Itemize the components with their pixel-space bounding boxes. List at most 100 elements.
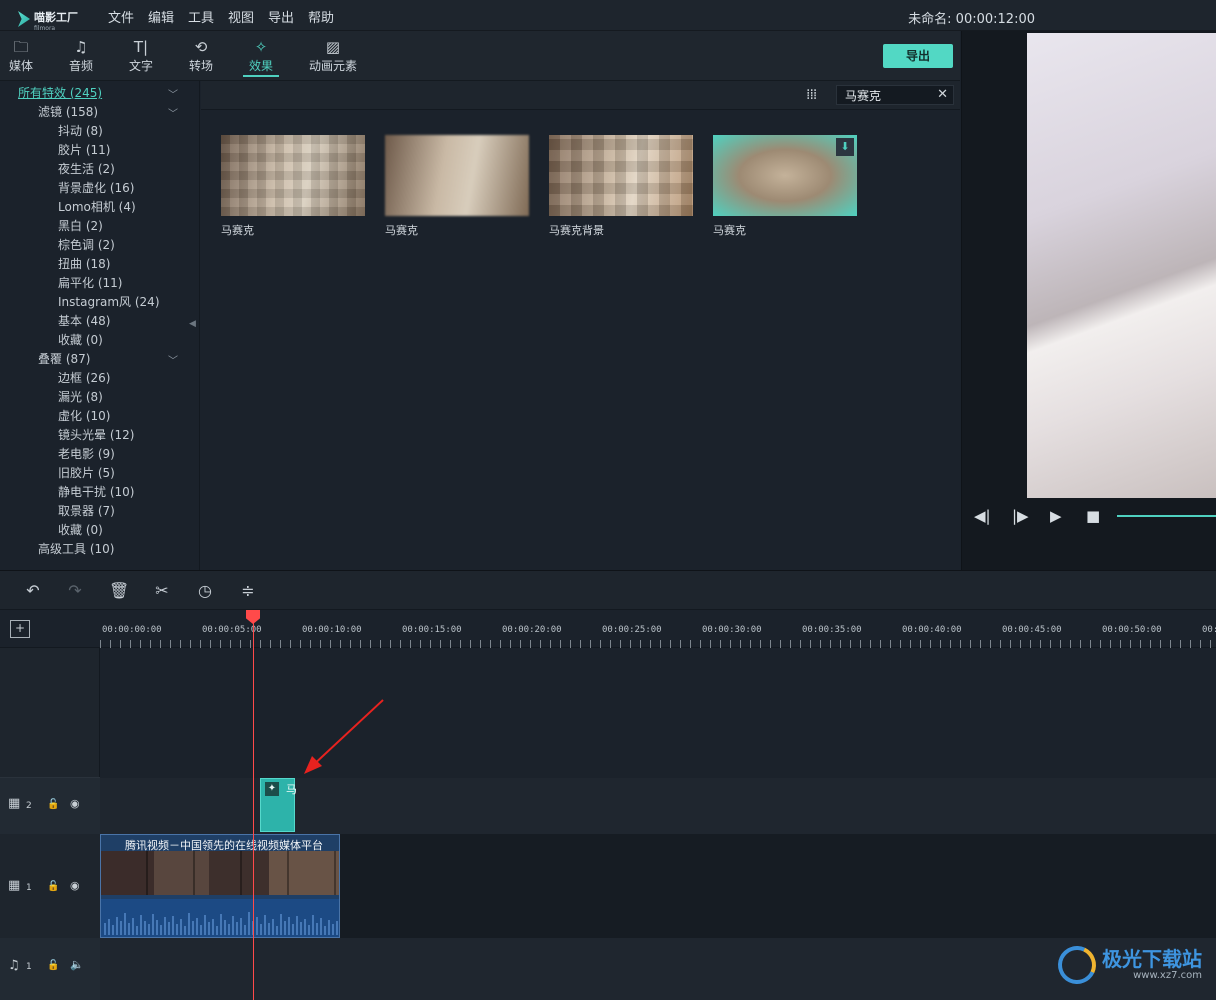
- collapse-panel-icon[interactable]: ◀: [189, 319, 196, 329]
- tree-item[interactable]: 边框 (26): [58, 369, 110, 386]
- tree-all-effects[interactable]: 所有特效 (245): [18, 84, 102, 101]
- menu-help[interactable]: 帮助: [308, 7, 334, 26]
- tab-audio[interactable]: ♫ 音频: [51, 37, 111, 74]
- empty-track-area[interactable]: [100, 648, 1216, 778]
- tab-effects[interactable]: ✧ 效果: [231, 37, 291, 77]
- tick-label: 00:00:35:00: [802, 625, 862, 635]
- tree-item[interactable]: 背景虚化 (16): [58, 179, 134, 196]
- timeline-ruler[interactable]: + 00:00:00:00 00:00:05:00 00:00:10:00 00…: [0, 610, 1216, 648]
- logo-mark-icon: [18, 11, 30, 27]
- speed-clock-icon[interactable]: ◷: [195, 581, 215, 600]
- tab-label: 音频: [68, 59, 93, 73]
- tree-item[interactable]: 棕色调 (2): [58, 236, 115, 253]
- tree-item[interactable]: 取景器 (7): [58, 502, 115, 519]
- tree-item[interactable]: 扁平化 (11): [58, 274, 122, 291]
- delete-icon[interactable]: 🗑: [109, 581, 129, 600]
- tree-filters[interactable]: 滤镜 (158): [38, 103, 98, 120]
- menu-bar: 喵影工厂 filmora 文件 编辑 工具 视图 导出 帮助 未命名: 00:0…: [0, 0, 1216, 32]
- tree-item[interactable]: 夜生活 (2): [58, 160, 115, 177]
- chevron-down-icon[interactable]: ﹀: [168, 352, 178, 367]
- speaker-icon[interactable]: 🔈: [70, 958, 84, 971]
- effect-preview-image: [221, 135, 365, 216]
- tree-item[interactable]: 镜头光晕 (12): [58, 426, 134, 443]
- tab-animated-elements[interactable]: ▨ 动画元素: [302, 37, 364, 74]
- effect-thumbnail[interactable]: 马赛克背景: [549, 135, 693, 238]
- watermark-text: 极光下载站: [1102, 947, 1202, 971]
- tree-item[interactable]: 抖动 (8): [58, 122, 103, 139]
- close-icon[interactable]: ✕: [937, 87, 948, 102]
- tree-item[interactable]: Lomo相机 (4): [58, 198, 136, 215]
- track-number: 1: [26, 962, 32, 972]
- menu-file[interactable]: 文件: [108, 7, 134, 26]
- watermark-swirl-icon: [1052, 940, 1102, 990]
- redo-icon[interactable]: ↷: [65, 581, 85, 600]
- menu-view[interactable]: 视图: [228, 7, 254, 26]
- tab-media[interactable]: 🗀 媒体: [0, 37, 51, 74]
- adjust-sliders-icon[interactable]: ≑: [238, 581, 258, 600]
- tab-transitions[interactable]: ⟲ 转场: [171, 37, 231, 74]
- menu-edit[interactable]: 编辑: [148, 7, 174, 26]
- track-header-video-2: ▦ 2 🔓 ◉: [0, 778, 100, 834]
- track-audio-1[interactable]: [100, 938, 1216, 1000]
- track-headers: ▦ 2 🔓 ◉ ▦ 1 🔓 ◉ ♫ 1 🔓 🔈: [0, 648, 100, 1000]
- playback-progress-bar[interactable]: [1117, 515, 1216, 517]
- preview-panel: ◀| |▶ ▶ ■: [961, 31, 1216, 570]
- chevron-down-icon[interactable]: ﹀: [168, 105, 178, 120]
- effects-toolbar: ⁞⁞⁞ ✕: [201, 81, 960, 110]
- export-button[interactable]: 导出: [883, 44, 953, 68]
- music-note-icon: ♫: [8, 958, 20, 973]
- tree-item[interactable]: 基本 (48): [58, 312, 110, 329]
- tree-item[interactable]: 漏光 (8): [58, 388, 103, 405]
- effect-thumbnail[interactable]: 马赛克: [221, 135, 365, 238]
- eye-icon[interactable]: ◉: [70, 797, 80, 810]
- tick-label: 00:00:30:00: [702, 625, 762, 635]
- add-track-icon[interactable]: +: [10, 620, 30, 638]
- eye-icon[interactable]: ◉: [70, 879, 80, 892]
- stop-icon[interactable]: ■: [1086, 507, 1100, 525]
- track-number: 2: [26, 801, 32, 811]
- menu-tools[interactable]: 工具: [188, 7, 214, 26]
- prev-frame-icon[interactable]: ◀|: [974, 507, 991, 525]
- search-box: ✕: [836, 85, 954, 105]
- annotation-arrow: [304, 699, 384, 774]
- tree-item[interactable]: 老电影 (9): [58, 445, 115, 462]
- tree-item[interactable]: 静电干扰 (10): [58, 483, 134, 500]
- tree-item[interactable]: Instagram风 (24): [58, 293, 160, 310]
- undo-icon[interactable]: ↶: [23, 581, 43, 600]
- effect-thumbnail[interactable]: ⬇ 马赛克: [713, 135, 857, 238]
- lock-icon[interactable]: 🔓: [47, 881, 59, 892]
- transition-icon: ⟲: [194, 38, 208, 56]
- text-icon: T|: [133, 38, 149, 56]
- tree-item[interactable]: 旧胶片 (5): [58, 464, 115, 481]
- effect-label: 马赛克背景: [549, 224, 604, 237]
- effect-thumbnail[interactable]: 马赛克: [385, 135, 529, 238]
- tree-item[interactable]: 胶片 (11): [58, 141, 110, 158]
- tree-item[interactable]: 虚化 (10): [58, 407, 110, 424]
- chevron-down-icon[interactable]: ﹀: [168, 86, 178, 101]
- lock-icon[interactable]: 🔓: [47, 960, 59, 971]
- tree-item[interactable]: 收藏 (0): [58, 521, 103, 538]
- cut-icon[interactable]: ✂: [152, 581, 172, 600]
- playhead-line: [253, 620, 254, 1000]
- tab-label: 媒体: [8, 59, 33, 73]
- next-frame-icon[interactable]: |▶: [1012, 507, 1029, 525]
- tree-overlays[interactable]: 叠覆 (87): [38, 350, 90, 367]
- tree-item[interactable]: 黑白 (2): [58, 217, 103, 234]
- video-clip[interactable]: 腾讯视频－中国领先的在线视频媒体平台: [100, 834, 340, 938]
- library-tabs: 🗀 媒体 ♫ 音频 T| 文字 ⟲ 转场 ✧ 效果 ▨ 动画元素 导出: [0, 31, 960, 81]
- track-number: 1: [26, 883, 32, 893]
- lock-icon[interactable]: 🔓: [47, 799, 59, 810]
- menu-export[interactable]: 导出: [268, 7, 294, 26]
- search-input[interactable]: [845, 88, 935, 102]
- grid-view-icon[interactable]: ⁞⁞⁞: [806, 87, 817, 103]
- play-icon[interactable]: ▶: [1050, 507, 1062, 525]
- tree-item[interactable]: 收藏 (0): [58, 331, 103, 348]
- tree-advanced-tools[interactable]: 高级工具 (10): [38, 540, 114, 557]
- empty-track-header: [0, 648, 100, 778]
- tab-text[interactable]: T| 文字: [111, 37, 171, 74]
- tree-item[interactable]: 扭曲 (18): [58, 255, 110, 272]
- download-icon[interactable]: ⬇: [836, 138, 854, 156]
- effect-preview-image: [549, 135, 693, 216]
- effect-clip[interactable]: ✦ 马: [260, 778, 296, 832]
- tick-label: 00:00:25:00: [602, 625, 662, 635]
